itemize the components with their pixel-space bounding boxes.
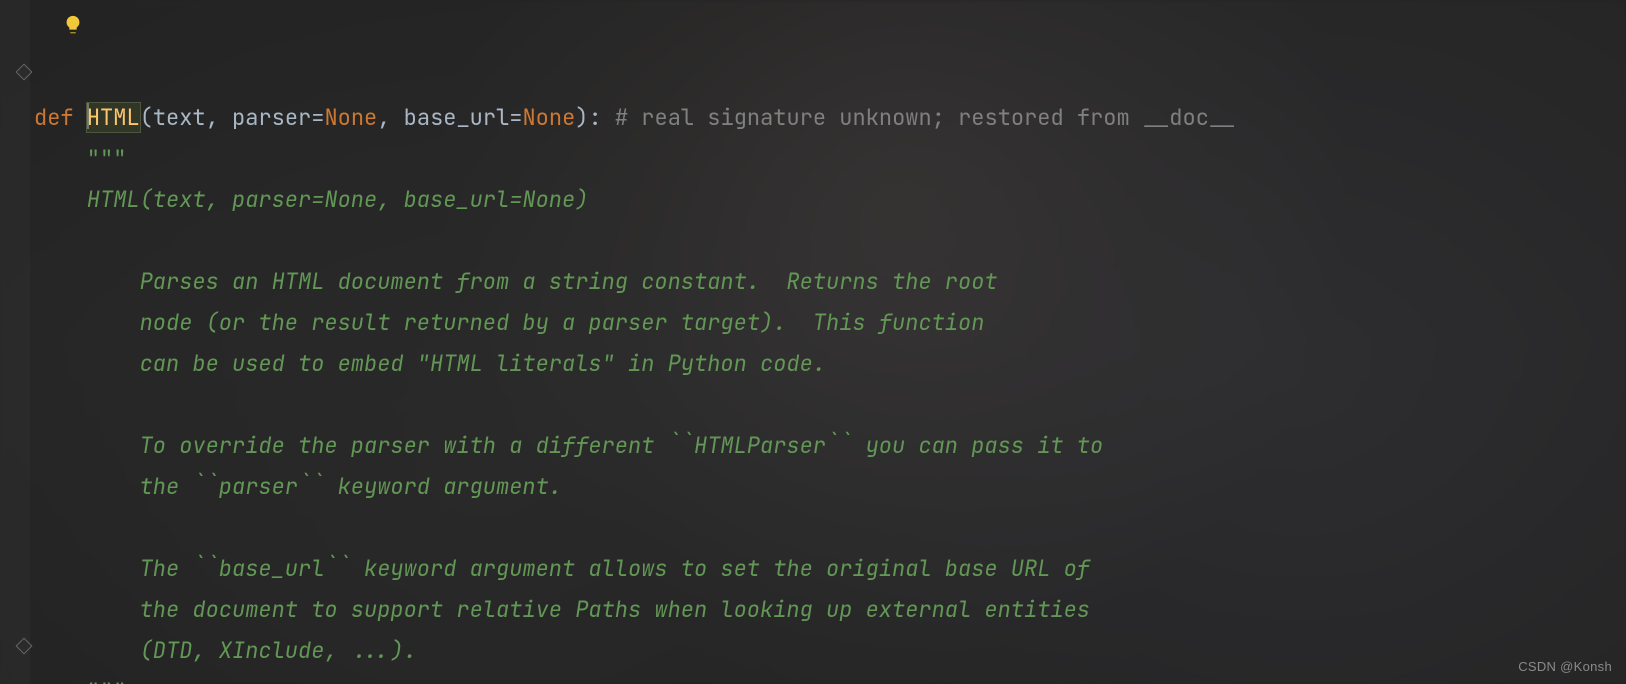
docstring-line: node (or the result returned by a parser… xyxy=(34,308,984,337)
fold-toggle-icon[interactable] xyxy=(16,638,33,655)
line-comment: # real signature unknown; restored from … xyxy=(602,103,1236,132)
paren-close: ): xyxy=(575,103,601,132)
none-literal: None xyxy=(522,103,575,132)
none-literal: None xyxy=(324,103,377,132)
docstring-open: """ xyxy=(34,144,126,173)
code-line[interactable]: def HTML(text, parser=None, base_url=Non… xyxy=(34,103,1235,132)
param-parser: parser xyxy=(232,103,311,132)
docstring-line: can be used to embed "HTML literals" in … xyxy=(34,349,826,378)
param-text: text xyxy=(153,103,206,132)
watermark-text: CSDN @Konsh xyxy=(1518,659,1612,674)
docstring-line: HTML(text, parser=None, base_url=None) xyxy=(34,185,588,214)
docstring-line: The ``base_url`` keyword argument allows… xyxy=(34,554,1090,583)
docstring-line: To override the parser with a different … xyxy=(34,431,1103,460)
docstring-close: """ xyxy=(34,677,126,684)
docstring-line: the document to support relative Paths w… xyxy=(34,595,1090,624)
paren-open: ( xyxy=(140,103,153,132)
docstring-line: the ``parser`` keyword argument. xyxy=(34,472,562,501)
fold-toggle-icon[interactable] xyxy=(16,64,33,81)
docstring-line: (DTD, XInclude, ...). xyxy=(34,636,417,665)
docstring-line: Parses an HTML document from a string co… xyxy=(34,267,998,296)
code-editor[interactable]: def HTML(text, parser=None, base_url=Non… xyxy=(34,56,1616,684)
function-name: HTML xyxy=(87,103,140,132)
lightbulb-icon[interactable] xyxy=(62,14,84,36)
keyword-def: def xyxy=(34,103,74,132)
editor-gutter[interactable] xyxy=(0,0,30,684)
param-base-url: base_url xyxy=(404,103,510,132)
